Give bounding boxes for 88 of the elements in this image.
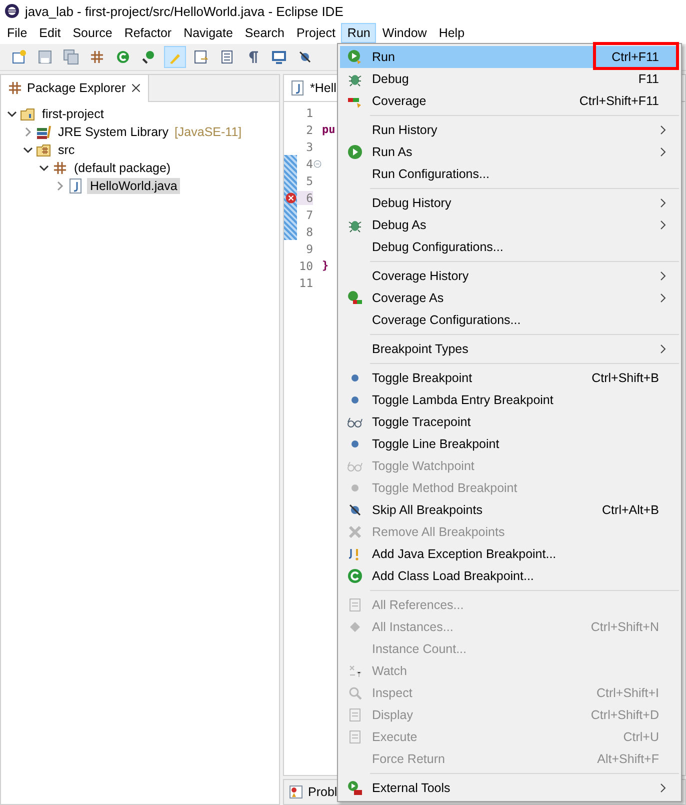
eclipse-logo-icon (4, 3, 20, 19)
tools-icon (347, 780, 363, 796)
line-number: 9 (305, 242, 313, 256)
library-version: [JavaSE-11] (174, 125, 242, 139)
menu-item[interactable]: Add Java Exception Breakpoint... (340, 543, 679, 565)
folder-icon (36, 142, 52, 158)
tree-item[interactable]: HelloWorld.java (87, 178, 180, 194)
menu-title[interactable]: Refactor (118, 23, 178, 43)
menu-item[interactable]: Coverage As (340, 287, 679, 309)
line-number: 2 (305, 122, 313, 136)
class-icon (115, 49, 131, 65)
line-number: 5 (305, 174, 313, 188)
line-number: 4 (305, 156, 313, 170)
view-tab[interactable]: Probl (308, 785, 338, 799)
menu-title[interactable]: File (1, 23, 34, 43)
watch-icon (347, 663, 363, 679)
menu-item[interactable]: Debug History (340, 192, 679, 214)
tree-item[interactable]: (default package) (71, 160, 174, 176)
view-tab[interactable]: Package Explorer (1, 74, 149, 102)
line-number: 3 (305, 140, 313, 154)
play-icon (347, 144, 363, 160)
play-icon (347, 49, 363, 65)
new-file-icon (11, 49, 27, 65)
menu-item[interactable]: Coverage Ctrl+Shift+F11 (340, 90, 679, 112)
line-number: 11 (298, 276, 313, 290)
menu-item[interactable]: Toggle Breakpoint Ctrl+Shift+B (340, 367, 679, 389)
code-text: pu (322, 123, 336, 136)
menu-title[interactable]: Help (432, 23, 471, 43)
java-file-icon (68, 178, 84, 194)
menu-title[interactable]: Navigate (178, 23, 239, 43)
list-icon (219, 49, 235, 65)
menu-item[interactable]: Breakpoint Types (340, 338, 679, 360)
menu-item[interactable]: Toggle Line Breakpoint (340, 433, 679, 455)
menu-title[interactable]: Search (238, 23, 291, 43)
editor-tab[interactable]: *Hell (310, 81, 336, 95)
class-icon (347, 568, 363, 584)
search-icon (347, 685, 363, 701)
menu-item[interactable]: Coverage Configurations... (340, 309, 679, 331)
line-number: 7 (305, 208, 313, 222)
menu-item[interactable]: External Tools (340, 777, 679, 799)
document-icon (347, 729, 363, 745)
menu-title[interactable]: Window (376, 23, 433, 43)
menu-item[interactable]: Debug Configurations... (340, 236, 679, 258)
close-icon (130, 82, 142, 94)
menu-item[interactable]: Add Class Load Breakpoint... (340, 565, 679, 587)
document-icon (347, 707, 363, 723)
menu-title[interactable]: Project (290, 23, 342, 43)
menu-item[interactable]: Debug F11 (340, 68, 679, 90)
window-title: java_lab - first-project/src/HelloWorld.java - Eclipse IDE (25, 4, 344, 18)
error-icon (284, 192, 296, 204)
menu-item[interactable]: Skip All Breakpoints Ctrl+Alt+B (340, 499, 679, 521)
code-text: } (322, 259, 329, 272)
menu-item[interactable]: Toggle Tracepoint (340, 411, 679, 433)
tree-item[interactable]: JRE System Library (55, 124, 172, 140)
remove-icon (347, 524, 363, 540)
line-number: 6 (297, 190, 313, 204)
library-icon (36, 124, 52, 140)
package-icon (7, 80, 23, 96)
menu-item[interactable]: Debug As (340, 214, 679, 236)
document-icon (347, 597, 363, 613)
fold-icon (313, 158, 322, 168)
menu-item[interactable]: Run History (340, 119, 679, 141)
menu-title[interactable]: Edit (33, 23, 67, 43)
document-icon (193, 49, 209, 65)
menu-item[interactable]: Run As (340, 141, 679, 163)
search-icon (141, 49, 157, 65)
menu-item[interactable]: Toggle Lambda Entry Breakpoint (340, 389, 679, 411)
save-icon (37, 49, 53, 65)
java-file-icon (290, 80, 306, 96)
tree-item[interactable]: first-project (39, 106, 107, 122)
line-number: 10 (298, 258, 313, 272)
package-icon (89, 49, 105, 65)
line-number: 1 (305, 106, 313, 120)
view-title: Package Explorer (27, 81, 126, 95)
problems-icon (288, 784, 304, 800)
tree-item[interactable]: src (55, 142, 78, 158)
skip-icon (347, 502, 363, 518)
menu-title[interactable]: Run (341, 23, 376, 43)
menu-title[interactable]: Source (66, 23, 118, 43)
menu-item[interactable]: Run Configurations... (340, 163, 679, 185)
project-folder-icon (20, 106, 36, 122)
skip-icon (297, 49, 313, 65)
monitor-icon (271, 49, 287, 65)
line-number: 8 (305, 224, 313, 238)
package-icon (52, 160, 68, 176)
menu-item[interactable]: Coverage History (340, 265, 679, 287)
coverage-icon (347, 290, 363, 306)
save-all-icon (63, 49, 79, 65)
